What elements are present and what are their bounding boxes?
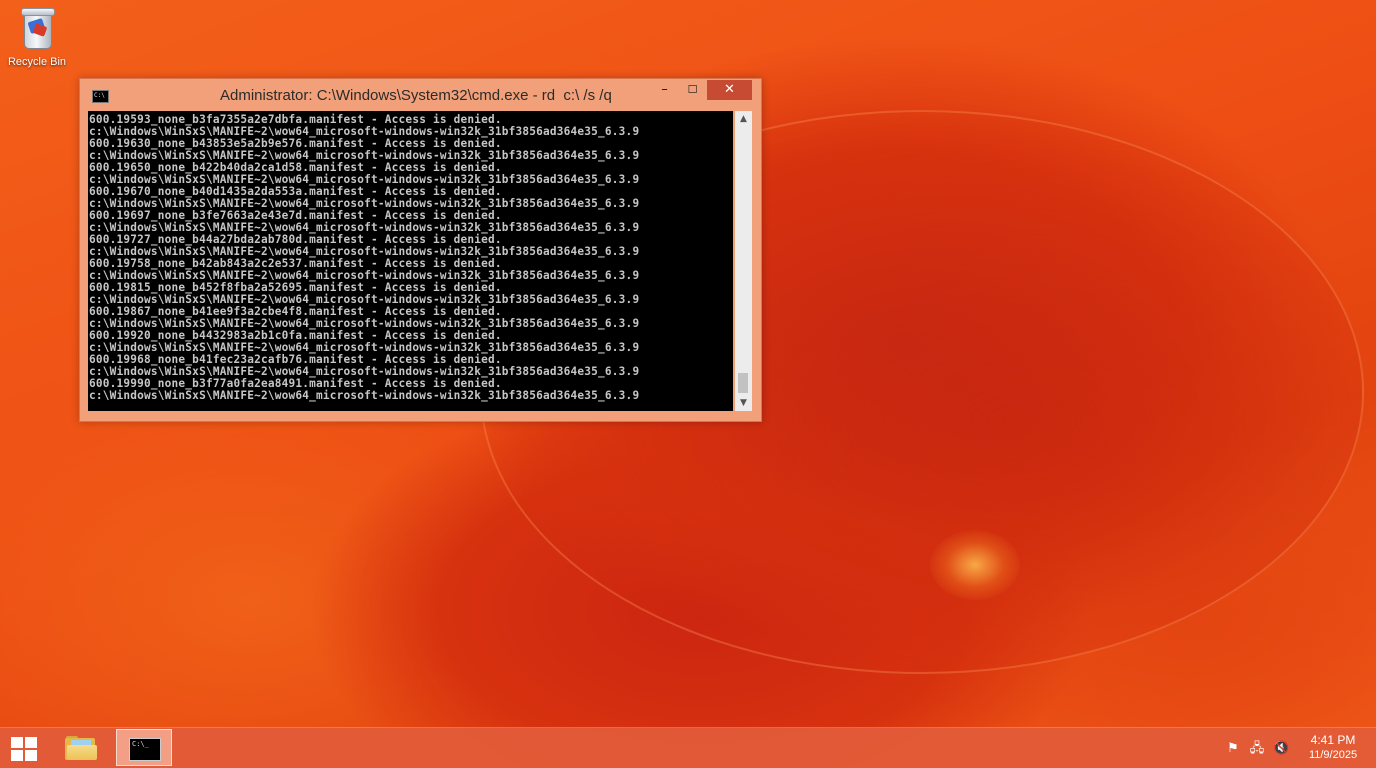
start-button[interactable] — [6, 734, 42, 762]
action-center-flag-icon[interactable]: ⚑ — [1225, 741, 1241, 757]
cmd-icon — [129, 738, 161, 761]
cmd-window[interactable]: Administrator: C:\Windows\System32\cmd.e… — [79, 78, 762, 422]
scroll-down-arrow-icon[interactable]: ▼ — [735, 395, 752, 411]
volume-muted-icon[interactable]: 🔇 — [1273, 741, 1289, 757]
scroll-up-arrow-icon[interactable]: ▲ — [735, 111, 752, 127]
console-line: c:\Windows\WinSxS\MANIFE~2\wow64_microso… — [89, 389, 640, 402]
console-text: 600.19593_none_b3fa7355a2e7dbfa.manifest… — [88, 111, 733, 402]
taskbar-clock[interactable]: 4:41 PM 11/9/2025 — [1300, 733, 1366, 763]
recycle-bin-icon — [20, 6, 55, 49]
clock-time: 4:41 PM — [1310, 733, 1356, 747]
window-titlebar[interactable]: Administrator: C:\Windows\System32\cmd.e… — [80, 79, 761, 110]
clock-date: 11/9/2025 — [1308, 749, 1358, 761]
console-output[interactable]: 600.19593_none_b3fa7355a2e7dbfa.manifest… — [88, 111, 733, 411]
taskbar-file-explorer[interactable] — [53, 729, 109, 766]
wallpaper-glow — [930, 530, 1020, 600]
recycle-bin-label: Recycle Bin — [7, 56, 67, 68]
taskbar: ⚑ 🖧 🔇 4:41 PM 11/9/2025 — [0, 728, 1376, 768]
close-button[interactable]: ✕ — [707, 80, 752, 100]
recycle-bin-shortcut[interactable]: Recycle Bin — [4, 6, 70, 68]
window-title: Administrator: C:\Windows\System32\cmd.e… — [220, 87, 612, 104]
maximize-button[interactable]: ☐ — [679, 80, 706, 100]
scrollbar-thumb[interactable] — [738, 373, 748, 393]
cmd-icon[interactable] — [92, 90, 109, 103]
taskbar-command-prompt[interactable] — [116, 729, 172, 766]
folder-icon — [65, 736, 97, 760]
network-icon[interactable]: 🖧 — [1249, 741, 1265, 757]
minimize-button[interactable]: – — [651, 80, 678, 100]
vertical-scrollbar[interactable]: ▲ ▼ — [735, 111, 752, 411]
